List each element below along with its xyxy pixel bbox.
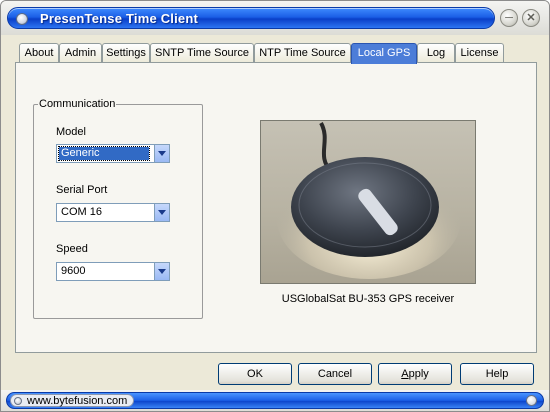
gps-receiver-image: [260, 120, 476, 284]
close-button[interactable]: ✕: [522, 9, 540, 27]
tab-log[interactable]: Log: [417, 43, 455, 63]
close-icon: ✕: [526, 12, 536, 24]
speed-dropdown-button[interactable]: [154, 263, 169, 280]
tab-license[interactable]: License: [455, 43, 504, 63]
apply-button[interactable]: Apply: [378, 363, 452, 385]
status-bar: www.bytefusion.com: [1, 390, 549, 411]
cancel-button[interactable]: Cancel: [298, 363, 372, 385]
title-bar[interactable]: PresenTense Time Client ─ ✕: [1, 1, 549, 35]
speed-select[interactable]: 9600: [56, 262, 170, 281]
communication-group: Communication Model Generic Serial Port …: [33, 98, 203, 319]
website-link-text: www.bytefusion.com: [27, 395, 128, 407]
apply-label-rest: pply: [408, 368, 429, 380]
gps-receiver-illustration: [277, 122, 461, 279]
model-label: Model: [56, 126, 86, 138]
chevron-down-icon: [158, 210, 166, 215]
title-pill: PresenTense Time Client: [7, 7, 495, 29]
ok-button[interactable]: OK: [218, 363, 292, 385]
status-pill: www.bytefusion.com: [6, 392, 544, 409]
serial-port-select[interactable]: COM 16: [56, 203, 170, 222]
window-title: PresenTense Time Client: [40, 11, 199, 26]
help-button[interactable]: Help: [460, 363, 534, 385]
serial-port-label: Serial Port: [56, 184, 108, 196]
tab-settings[interactable]: Settings: [102, 43, 150, 63]
link-icon: [14, 397, 22, 405]
speed-select-value: 9600: [61, 265, 86, 277]
tab-local-gps[interactable]: Local GPS: [351, 43, 417, 64]
speed-label: Speed: [56, 243, 88, 255]
tab-sntp-time-source[interactable]: SNTP Time Source: [150, 43, 254, 63]
tab-ntp-time-source[interactable]: NTP Time Source: [254, 43, 351, 63]
app-icon: [16, 13, 28, 25]
apply-mnemonic: A: [401, 368, 409, 380]
app-window: PresenTense Time Client ─ ✕ About Admin …: [0, 0, 550, 412]
gps-receiver-caption: USGlobalSat BU-353 GPS receiver: [281, 293, 455, 305]
minimize-button[interactable]: ─: [500, 9, 518, 27]
serial-port-select-value: COM 16: [61, 206, 102, 218]
chevron-down-icon: [158, 151, 166, 156]
model-select-value: Generic: [58, 146, 150, 161]
minimize-icon: ─: [505, 12, 513, 24]
local-gps-page: Communication Model Generic Serial Port …: [15, 62, 537, 353]
serial-port-dropdown-button[interactable]: [154, 204, 169, 221]
status-end-icon: [526, 395, 537, 406]
website-link[interactable]: www.bytefusion.com: [10, 394, 135, 407]
tab-about[interactable]: About: [19, 43, 59, 63]
communication-group-title: Communication: [38, 98, 117, 110]
tab-admin[interactable]: Admin: [59, 43, 102, 63]
model-select[interactable]: Generic: [56, 144, 170, 163]
model-dropdown-button[interactable]: [154, 145, 169, 162]
chevron-down-icon: [158, 269, 166, 274]
